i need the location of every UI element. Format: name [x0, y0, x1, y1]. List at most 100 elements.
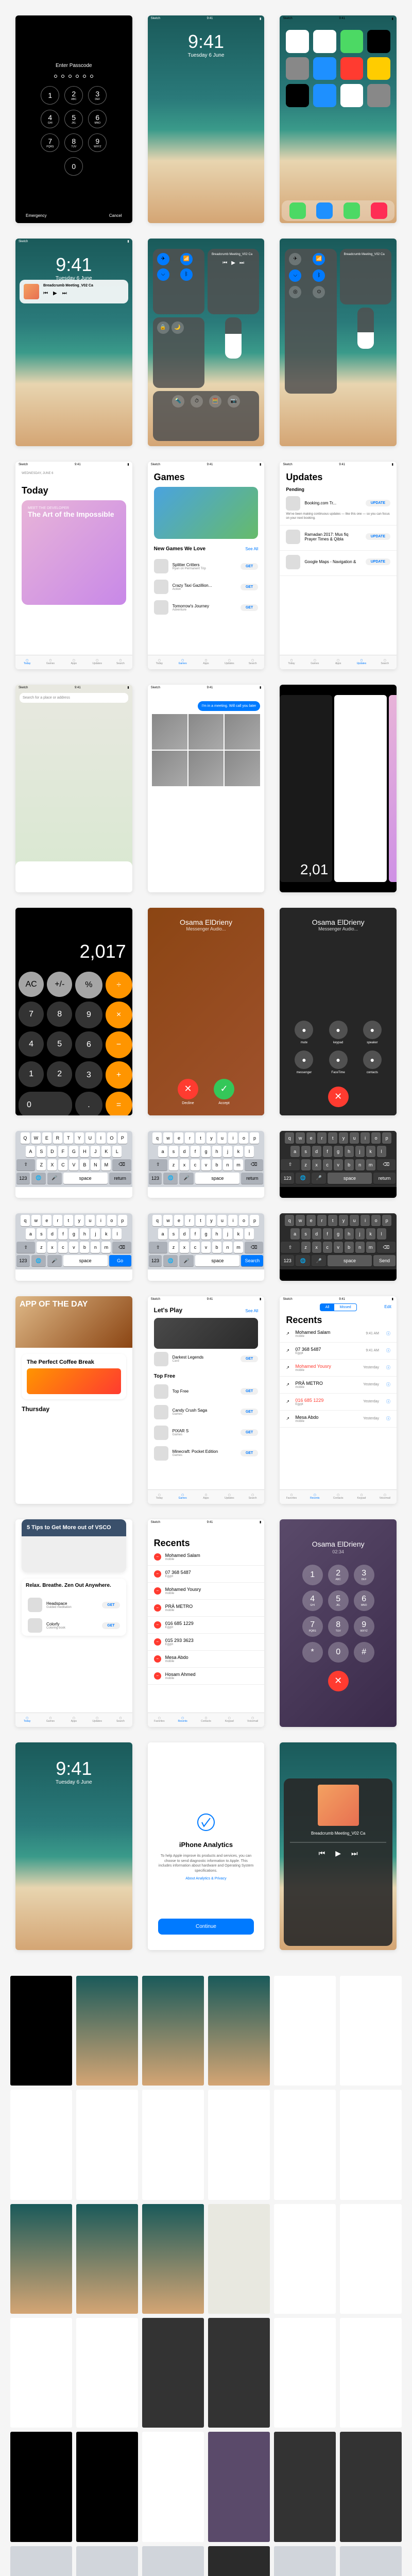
- key-x[interactable]: x: [180, 1159, 189, 1171]
- tab-recents[interactable]: ▢Recents: [303, 1490, 327, 1504]
- key-b[interactable]: b: [212, 1159, 221, 1171]
- key-j[interactable]: J: [91, 1146, 100, 1157]
- tab-today[interactable]: ▢Today: [148, 655, 171, 669]
- airplane-toggle[interactable]: ✈: [289, 253, 301, 265]
- calc-+[interactable]: +: [106, 1061, 132, 1088]
- key-t[interactable]: t: [328, 1132, 337, 1144]
- key-d[interactable]: D: [47, 1146, 57, 1157]
- key-n[interactable]: n: [223, 1159, 232, 1171]
- app-settings[interactable]: [367, 84, 390, 107]
- key-w[interactable]: w: [163, 1215, 173, 1226]
- calculator-toggle[interactable]: 🧮: [209, 395, 221, 408]
- tab-games[interactable]: ▢Games: [171, 1490, 194, 1504]
- delete-icon[interactable]: −: [154, 1553, 161, 1561]
- calc-9[interactable]: 9: [75, 1002, 102, 1028]
- key-a[interactable]: a: [290, 1146, 300, 1157]
- wifi-toggle[interactable]: ⌵: [157, 268, 169, 281]
- calc-0[interactable]: 0: [19, 1092, 72, 1115]
- dial-8[interactable]: 8TUV: [328, 1616, 349, 1637]
- call-messenger[interactable]: ●messenger: [290, 1050, 318, 1074]
- key-b[interactable]: b: [345, 1242, 354, 1253]
- space-key[interactable]: space: [328, 1173, 372, 1184]
- key-x[interactable]: x: [312, 1159, 321, 1171]
- dial-9[interactable]: 9WXYZ: [354, 1616, 374, 1637]
- calc-.[interactable]: .: [75, 1092, 102, 1115]
- key-i[interactable]: i: [228, 1215, 237, 1226]
- key-n[interactable]: n: [355, 1242, 365, 1253]
- key-y[interactable]: y: [207, 1215, 216, 1226]
- today-card[interactable]: MEET THE DEVELOPER The Art of the Imposs…: [22, 500, 126, 605]
- numbers-key[interactable]: 123: [281, 1173, 294, 1184]
- key-g[interactable]: g: [201, 1146, 211, 1157]
- key-o[interactable]: o: [239, 1132, 248, 1144]
- info-icon[interactable]: ⓘ: [386, 1399, 390, 1404]
- delete-icon[interactable]: −: [154, 1655, 161, 1663]
- tab-apps[interactable]: ▢Apps: [62, 655, 85, 669]
- see-all[interactable]: See All: [245, 1309, 258, 1313]
- app-health[interactable]: [340, 84, 364, 107]
- tab-search[interactable]: ▢Search: [241, 655, 264, 669]
- dial-0[interactable]: 0: [328, 1642, 349, 1663]
- key-r[interactable]: r: [185, 1215, 194, 1226]
- key-f[interactable]: f: [58, 1228, 67, 1240]
- brightness-slider[interactable]: [225, 317, 242, 359]
- key-m[interactable]: m: [234, 1159, 243, 1171]
- get-button[interactable]: GET: [241, 563, 258, 570]
- delete-key[interactable]: ⌫: [112, 1242, 131, 1253]
- play-icon[interactable]: ▶: [335, 1849, 341, 1858]
- key-z[interactable]: z: [37, 1242, 46, 1253]
- tab-apps[interactable]: ▢Apps: [194, 655, 217, 669]
- numbers-key[interactable]: 123: [281, 1255, 294, 1266]
- get-button[interactable]: GET: [241, 1355, 258, 1362]
- key-l[interactable]: l: [245, 1146, 254, 1157]
- calc-4[interactable]: 4: [19, 1031, 44, 1057]
- calc-×[interactable]: ×: [106, 1002, 132, 1028]
- key-i[interactable]: i: [96, 1215, 106, 1226]
- app-calendar[interactable]: [286, 30, 309, 53]
- delete-key[interactable]: ⌫: [377, 1159, 396, 1171]
- return-key[interactable]: return: [241, 1173, 263, 1184]
- calc-2[interactable]: 2: [47, 1061, 72, 1087]
- app-row[interactable]: HeadspaceGuided meditationGET: [22, 1595, 126, 1615]
- key-r[interactable]: r: [53, 1215, 62, 1226]
- bluetooth-toggle[interactable]: ᛒ: [313, 269, 325, 282]
- key-n[interactable]: n: [91, 1242, 100, 1253]
- key-m[interactable]: m: [234, 1242, 243, 1253]
- tab-search[interactable]: ▢Search: [109, 655, 132, 669]
- key-v[interactable]: v: [334, 1242, 343, 1253]
- delete-key[interactable]: ⌫: [112, 1159, 131, 1171]
- key-r[interactable]: R: [53, 1132, 62, 1144]
- key-k[interactable]: k: [234, 1146, 243, 1157]
- key-l[interactable]: l: [377, 1146, 386, 1157]
- app-row[interactable]: Splitter CrittersRyan on Permanent TripG…: [148, 556, 265, 577]
- tab-search[interactable]: ▢Search: [373, 655, 397, 669]
- tab-updates[interactable]: ▢Updates: [85, 1713, 109, 1727]
- app-news[interactable]: [340, 57, 364, 80]
- key-a[interactable]: a: [290, 1228, 300, 1240]
- tab-today[interactable]: ▢Today: [148, 1490, 171, 1504]
- key-l[interactable]: L: [112, 1146, 122, 1157]
- key-c[interactable]: c: [191, 1242, 200, 1253]
- return-key[interactable]: return: [109, 1173, 131, 1184]
- key-u[interactable]: u: [350, 1132, 359, 1144]
- get-button[interactable]: GET: [241, 604, 258, 611]
- key-v[interactable]: V: [69, 1159, 78, 1171]
- key-s[interactable]: s: [169, 1146, 178, 1157]
- key-o[interactable]: o: [371, 1132, 381, 1144]
- key-a[interactable]: a: [158, 1146, 167, 1157]
- key-n[interactable]: n: [223, 1242, 232, 1253]
- edit-button[interactable]: Edit: [384, 1304, 391, 1309]
- end-call-button[interactable]: ✕: [328, 1087, 349, 1107]
- wifi-toggle[interactable]: ⌵: [289, 269, 301, 282]
- dial-5[interactable]: 5JKL: [328, 1590, 349, 1611]
- key-n[interactable]: N: [91, 1159, 100, 1171]
- space-key[interactable]: space: [195, 1255, 239, 1266]
- call-FaceTime[interactable]: ●FaceTime: [324, 1050, 352, 1074]
- connectivity-module[interactable]: ✈ 📶 ⌵ ᛒ: [153, 249, 204, 314]
- key-a[interactable]: A: [26, 1146, 35, 1157]
- key-m[interactable]: M: [101, 1159, 111, 1171]
- key-m[interactable]: m: [366, 1242, 375, 1253]
- delete-icon[interactable]: −: [154, 1587, 161, 1595]
- shift-key[interactable]: ⇧: [281, 1159, 299, 1171]
- key-w[interactable]: w: [163, 1132, 173, 1144]
